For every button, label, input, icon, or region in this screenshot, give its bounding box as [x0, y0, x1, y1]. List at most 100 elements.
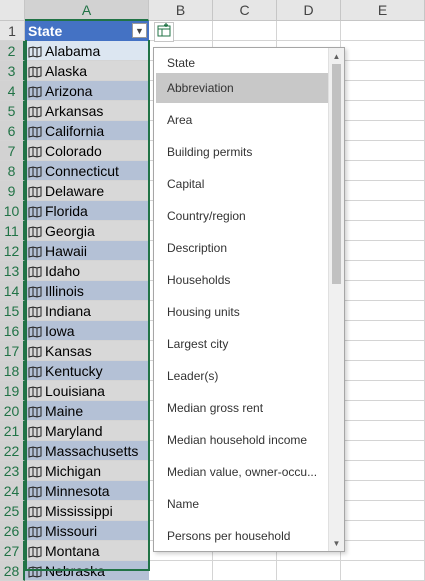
row-header-23[interactable]: 23 [0, 461, 25, 481]
cell-e13[interactable] [341, 261, 425, 281]
state-cell[interactable]: Nebraska [25, 561, 149, 581]
map-icon[interactable] [28, 385, 42, 398]
map-icon[interactable] [28, 205, 42, 218]
row-header-4[interactable]: 4 [0, 81, 25, 101]
state-cell[interactable]: Missouri [25, 521, 149, 541]
state-cell[interactable]: Maryland [25, 421, 149, 441]
dropdown-scrollbar[interactable]: ▲ ▼ [328, 48, 344, 551]
map-icon[interactable] [28, 525, 42, 538]
state-cell[interactable]: Mississippi [25, 501, 149, 521]
row-header-21[interactable]: 21 [0, 421, 25, 441]
row-header-11[interactable]: 11 [0, 221, 25, 241]
dropdown-item[interactable]: Persons per household [156, 521, 328, 551]
map-icon[interactable] [28, 285, 42, 298]
row-header-25[interactable]: 25 [0, 501, 25, 521]
map-icon[interactable] [28, 125, 42, 138]
map-icon[interactable] [28, 485, 42, 498]
state-cell[interactable]: Maine [25, 401, 149, 421]
cell-e3[interactable] [341, 61, 425, 81]
map-icon[interactable] [28, 45, 42, 58]
row-header-18[interactable]: 18 [0, 361, 25, 381]
cell-e24[interactable] [341, 481, 425, 501]
state-cell[interactable]: Illinois [25, 281, 149, 301]
dropdown-item[interactable]: Description [156, 233, 328, 263]
cell-d1[interactable] [277, 21, 341, 41]
cell-e7[interactable] [341, 141, 425, 161]
state-cell[interactable]: Montana [25, 541, 149, 561]
cell-e14[interactable] [341, 281, 425, 301]
state-cell[interactable]: Massachusetts [25, 441, 149, 461]
row-header-26[interactable]: 26 [0, 521, 25, 541]
cell-e4[interactable] [341, 81, 425, 101]
dropdown-item[interactable]: Area [156, 105, 328, 135]
table-header-state[interactable]: State ▼ [25, 21, 149, 41]
row-header-10[interactable]: 10 [0, 201, 25, 221]
cell-e26[interactable] [341, 521, 425, 541]
cell-d28[interactable] [277, 561, 341, 581]
row-header-20[interactable]: 20 [0, 401, 25, 421]
row-header-6[interactable]: 6 [0, 121, 25, 141]
map-icon[interactable] [28, 425, 42, 438]
row-header-3[interactable]: 3 [0, 61, 25, 81]
dropdown-item[interactable]: Households [156, 265, 328, 295]
insert-data-button[interactable] [154, 22, 174, 42]
cell-e23[interactable] [341, 461, 425, 481]
state-cell[interactable]: Louisiana [25, 381, 149, 401]
cell-e10[interactable] [341, 201, 425, 221]
cell-e12[interactable] [341, 241, 425, 261]
dropdown-item[interactable]: Median household income [156, 425, 328, 455]
row-header-8[interactable]: 8 [0, 161, 25, 181]
row-header-14[interactable]: 14 [0, 281, 25, 301]
state-cell[interactable]: Iowa [25, 321, 149, 341]
dropdown-item[interactable]: Building permits [156, 137, 328, 167]
row-header-15[interactable]: 15 [0, 301, 25, 321]
cell-e16[interactable] [341, 321, 425, 341]
state-cell[interactable]: Hawaii [25, 241, 149, 261]
state-cell[interactable]: Florida [25, 201, 149, 221]
dropdown-item[interactable]: Median value, owner-occu... [156, 457, 328, 487]
select-all-corner[interactable] [0, 0, 25, 21]
cell-b28[interactable] [149, 561, 213, 581]
cell-e25[interactable] [341, 501, 425, 521]
cell-e11[interactable] [341, 221, 425, 241]
row-header-22[interactable]: 22 [0, 441, 25, 461]
map-icon[interactable] [28, 245, 42, 258]
map-icon[interactable] [28, 505, 42, 518]
state-cell[interactable]: Georgia [25, 221, 149, 241]
state-cell[interactable]: Kansas [25, 341, 149, 361]
dropdown-item[interactable]: Housing units [156, 297, 328, 327]
row-header-19[interactable]: 19 [0, 381, 25, 401]
row-header-24[interactable]: 24 [0, 481, 25, 501]
state-cell[interactable]: California [25, 121, 149, 141]
map-icon[interactable] [28, 305, 42, 318]
cell-e18[interactable] [341, 361, 425, 381]
cell-c1[interactable] [213, 21, 277, 41]
cell-e15[interactable] [341, 301, 425, 321]
map-icon[interactable] [28, 85, 42, 98]
scroll-down-icon[interactable]: ▼ [329, 536, 344, 550]
row-header-28[interactable]: 28 [0, 561, 25, 581]
state-cell[interactable]: Arkansas [25, 101, 149, 121]
cell-e5[interactable] [341, 101, 425, 121]
state-cell[interactable]: Delaware [25, 181, 149, 201]
map-icon[interactable] [28, 405, 42, 418]
map-icon[interactable] [28, 105, 42, 118]
state-cell[interactable]: Arizona [25, 81, 149, 101]
map-icon[interactable] [28, 465, 42, 478]
dropdown-item[interactable]: Median gross rent [156, 393, 328, 423]
dropdown-arrow-icon[interactable]: ▼ [132, 23, 147, 38]
scroll-up-icon[interactable]: ▲ [329, 49, 344, 63]
row-header-13[interactable]: 13 [0, 261, 25, 281]
scroll-thumb[interactable] [332, 64, 341, 284]
dropdown-item[interactable]: Largest city [156, 329, 328, 359]
state-cell[interactable]: Indiana [25, 301, 149, 321]
cell-e1[interactable] [341, 21, 425, 41]
row-header-12[interactable]: 12 [0, 241, 25, 261]
cell-e19[interactable] [341, 381, 425, 401]
row-header-7[interactable]: 7 [0, 141, 25, 161]
map-icon[interactable] [28, 445, 42, 458]
cell-e8[interactable] [341, 161, 425, 181]
map-icon[interactable] [28, 165, 42, 178]
dropdown-item[interactable]: Leader(s) [156, 361, 328, 391]
data-field-dropdown[interactable]: State Abbreviation Area Building permits Ca… [153, 47, 345, 552]
